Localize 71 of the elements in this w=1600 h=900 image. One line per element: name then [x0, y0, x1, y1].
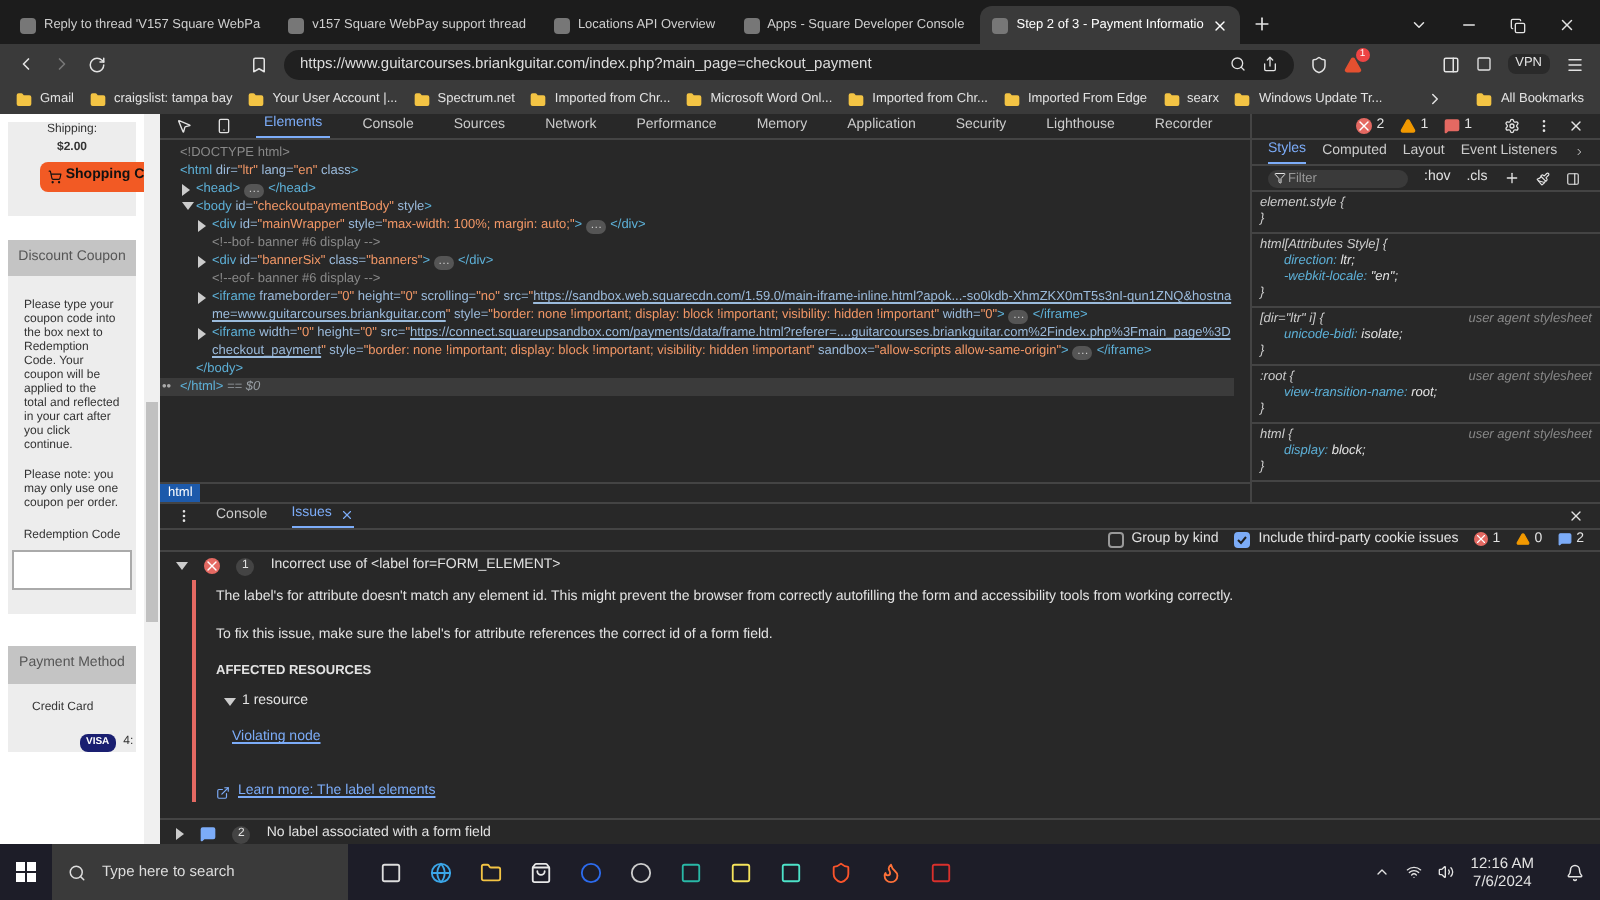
sidebar-icon[interactable] [1565, 171, 1580, 185]
sidebar-icon[interactable] [1441, 55, 1460, 73]
app-icon[interactable] [680, 861, 702, 883]
shield-icon[interactable] [1309, 55, 1328, 73]
favicon-icon [553, 17, 570, 33]
message-icon [1558, 532, 1573, 547]
search-icon[interactable] [1229, 56, 1246, 72]
caret-icon [224, 698, 236, 706]
expander-icon[interactable] [182, 184, 190, 196]
issue-icon [1444, 118, 1461, 134]
folder-icon [1003, 91, 1020, 107]
scrollbar[interactable] [144, 114, 160, 844]
circle-icon[interactable] [580, 861, 602, 883]
chevron-up-icon[interactable] [1374, 864, 1391, 880]
filter-icon [1274, 172, 1286, 184]
triangle-icon[interactable] [1343, 55, 1362, 73]
error-icon [1474, 532, 1489, 547]
folder-icon [530, 91, 547, 107]
globe-icon[interactable] [430, 861, 452, 883]
bag-icon[interactable] [530, 861, 552, 883]
folder-icon [1163, 91, 1180, 107]
restore-icon[interactable] [1510, 17, 1526, 33]
folder-icon [686, 91, 703, 107]
expander-icon[interactable] [182, 202, 194, 210]
expander-icon[interactable] [198, 256, 206, 268]
new-tab-icon[interactable] [1251, 14, 1272, 34]
folder-icon [16, 91, 32, 107]
reload-icon[interactable] [88, 55, 106, 73]
inspect-icon[interactable] [176, 118, 192, 134]
expander-icon[interactable] [198, 292, 206, 304]
settings-icon[interactable] [1504, 118, 1520, 134]
add-icon[interactable] [1503, 170, 1520, 186]
device-icon[interactable] [216, 118, 232, 134]
favicon-icon [288, 17, 305, 33]
speaker-icon[interactable] [1438, 864, 1455, 880]
notification-icon[interactable] [1566, 863, 1584, 881]
chevron-down-icon[interactable] [1410, 16, 1428, 34]
redemption-code-field[interactable] [12, 550, 132, 590]
favicon-icon [992, 17, 1009, 33]
favicon-icon [20, 17, 36, 33]
cart-icon [47, 169, 62, 184]
error-icon [204, 558, 220, 574]
message-icon [200, 826, 216, 843]
folder-icon[interactable] [480, 861, 502, 883]
bookmark-icon[interactable] [250, 55, 268, 73]
warning-icon [1516, 532, 1531, 547]
folder-icon [1234, 91, 1251, 107]
windows-icon[interactable] [16, 862, 36, 882]
overflow-icon[interactable] [1573, 144, 1584, 160]
favicon-icon [743, 17, 760, 33]
app-icon[interactable] [780, 861, 802, 883]
close-icon[interactable] [339, 507, 354, 522]
checkbox[interactable] [1234, 531, 1251, 548]
warning-icon [1400, 118, 1417, 134]
external-link-icon [216, 785, 230, 799]
expander-icon[interactable] [176, 562, 188, 570]
folder-icon [89, 91, 106, 107]
folder-icon [413, 91, 430, 107]
search-icon [68, 863, 86, 881]
expander-icon[interactable] [198, 328, 206, 340]
checkbox[interactable] [1107, 531, 1124, 548]
expander-icon[interactable] [198, 220, 206, 232]
wifi-icon[interactable] [1406, 864, 1423, 880]
brush-icon[interactable] [1535, 171, 1550, 185]
folder-icon [848, 91, 865, 107]
folder-icon [248, 91, 265, 107]
share-icon[interactable] [1261, 56, 1278, 72]
task-view-icon[interactable] [380, 861, 402, 883]
error-icon [1356, 118, 1373, 134]
menu-icon[interactable] [1566, 55, 1584, 73]
folder-icon [1476, 91, 1493, 107]
